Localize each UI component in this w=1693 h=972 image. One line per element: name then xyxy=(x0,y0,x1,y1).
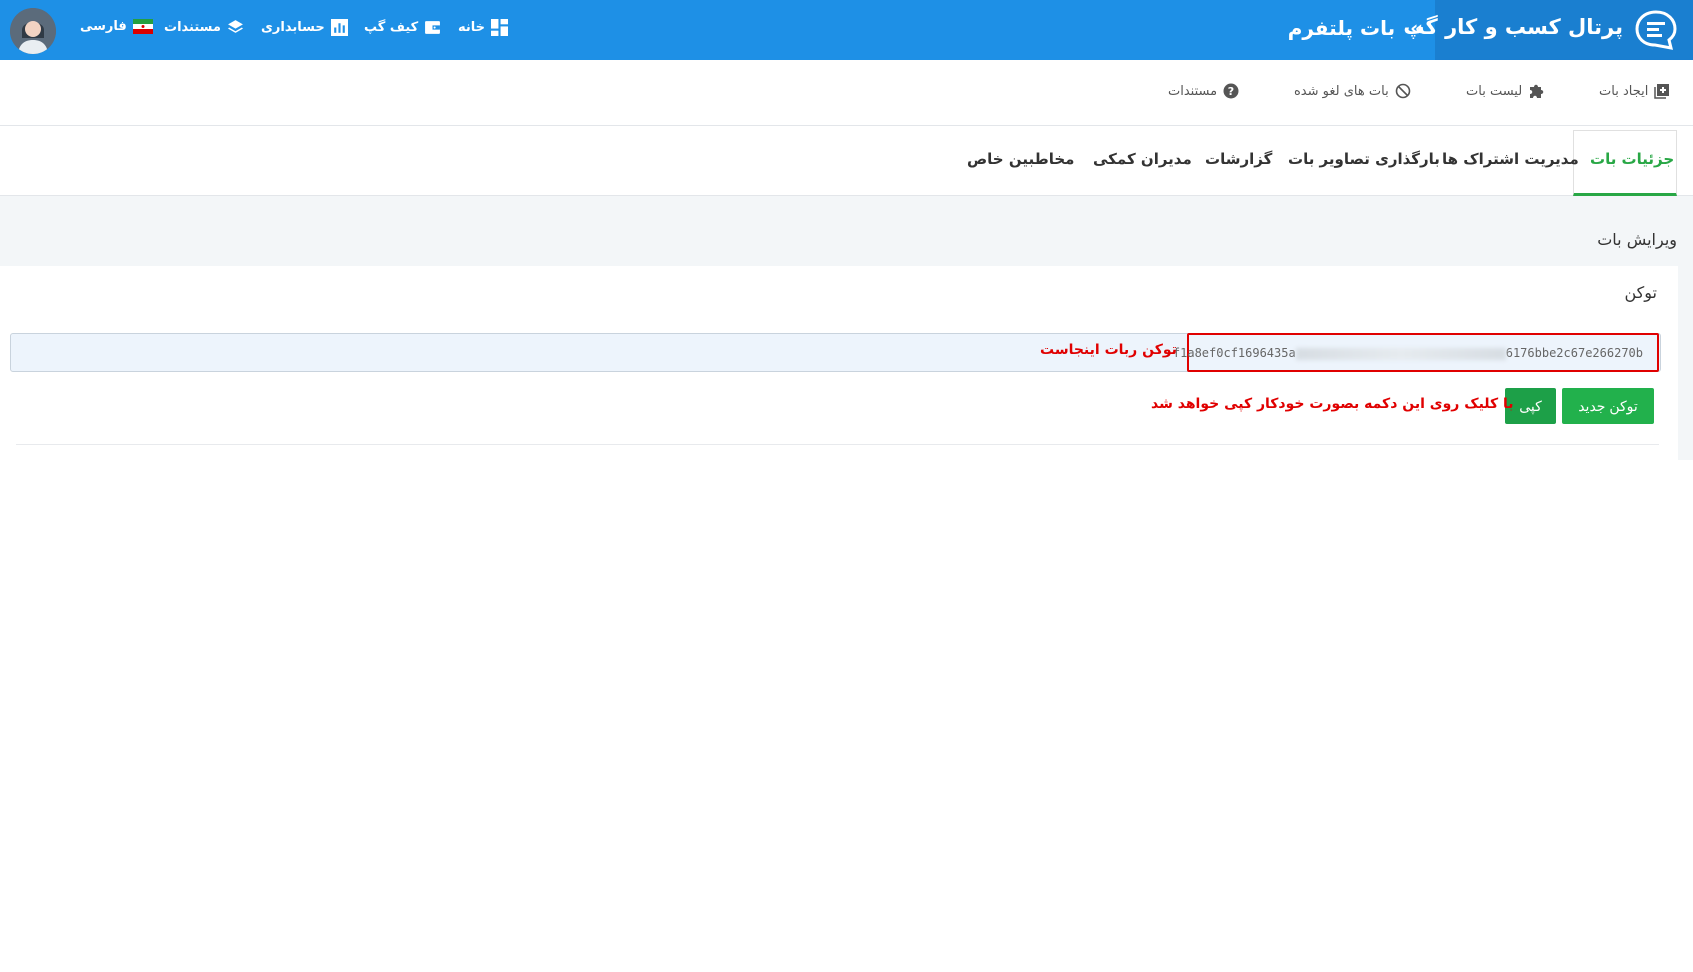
nav-home[interactable]: خانه xyxy=(458,19,509,36)
bot-tabs: جزئیات بات مدیریت اشتراک ها بارگذاری تصا… xyxy=(0,126,1693,196)
ban-icon xyxy=(1395,83,1410,99)
nav-accounting[interactable]: حسابداری xyxy=(261,19,348,36)
layers-icon xyxy=(227,20,243,33)
toolbar-cancelled-bots[interactable]: بات های لغو شده xyxy=(1294,83,1411,99)
avatar-icon xyxy=(10,8,56,54)
toolbar-bot-list[interactable]: لیست بات xyxy=(1466,83,1544,99)
nav-language-label: فارسی xyxy=(80,19,127,34)
user-avatar[interactable] xyxy=(10,8,56,54)
token-highlight-box[interactable]: f1a8ef0cf1696435a 6176bbe2c67e266270b xyxy=(1173,333,1659,372)
gap-logo-icon xyxy=(1635,10,1677,50)
brand-area[interactable]: پرتال کسب و کار گپ xyxy=(1403,0,1693,60)
add-box-icon xyxy=(1654,84,1670,99)
token-value: f1a8ef0cf1696435a 6176bbe2c67e266270b xyxy=(1173,346,1643,360)
token-redacted xyxy=(1295,347,1506,360)
token-end: 6176bbe2c67e266270b xyxy=(1505,346,1643,360)
wallet-icon xyxy=(425,21,441,34)
tab-upload-images[interactable]: بارگذاری تصاویر بات xyxy=(1288,150,1440,168)
iran-flag-icon xyxy=(132,19,153,34)
bar-chart-icon xyxy=(330,19,348,36)
puzzle-icon xyxy=(1530,84,1544,98)
token-annotation: توکن ربات اینجاست xyxy=(1040,342,1177,358)
toolbar-bot-list-label: لیست بات xyxy=(1466,83,1523,99)
copy-annotation: با کلیک روی این دکمه بصورت خودکار کپی خو… xyxy=(1151,396,1514,412)
toolbar-cancelled-bots-label: بات های لغو شده xyxy=(1294,83,1389,99)
tab-assistant-admins[interactable]: مدیران کمکی xyxy=(1093,150,1192,168)
section-header: ویرایش بات xyxy=(0,196,1693,266)
tab-bot-details[interactable]: جزئیات بات xyxy=(1590,150,1674,168)
dashboard-icon xyxy=(491,19,509,36)
breadcrumb-separator: » xyxy=(1410,16,1423,40)
bot-toolbar: ایجاد بات لیست بات بات های لغو شده ? مست… xyxy=(0,60,1693,126)
nav-language[interactable]: فارسی xyxy=(80,19,153,34)
section-title: ویرایش بات xyxy=(1597,230,1677,249)
toolbar-create-bot[interactable]: ایجاد بات xyxy=(1599,83,1670,99)
nav-wallet-label: کیف گپ xyxy=(364,20,419,35)
token-label: توکن xyxy=(1624,283,1657,302)
toolbar-docs[interactable]: ? مستندات xyxy=(1168,83,1239,99)
breadcrumb-current: بات پلتفرم xyxy=(1287,16,1396,40)
new-token-button[interactable]: توکن جدید xyxy=(1562,388,1654,424)
brand-title: پرتال کسب و کار گپ xyxy=(1403,15,1623,39)
nav-accounting-label: حسابداری xyxy=(261,20,325,35)
card-side-rail xyxy=(1678,266,1693,460)
tab-reports[interactable]: گزارشات xyxy=(1205,150,1272,168)
tab-special-contacts[interactable]: مخاطبین خاص xyxy=(967,150,1074,168)
nav-docs[interactable]: مستندات xyxy=(164,19,244,36)
nav-home-label: خانه xyxy=(458,20,486,35)
breadcrumb: » بات پلتفرم xyxy=(1288,16,1423,40)
help-circle-icon: ? xyxy=(1223,83,1239,99)
toolbar-docs-label: مستندات xyxy=(1168,83,1218,99)
nav-docs-label: مستندات xyxy=(164,20,221,35)
top-navbar: پرتال کسب و کار گپ » بات پلتفرم خانه کیف… xyxy=(0,0,1693,60)
card-divider xyxy=(16,444,1659,445)
tab-subscriptions[interactable]: مدیریت اشتراک ها xyxy=(1442,150,1579,168)
nav-wallet[interactable]: کیف گپ xyxy=(364,19,441,36)
toolbar-create-bot-label: ایجاد بات xyxy=(1599,83,1649,99)
svg-text:?: ? xyxy=(1228,85,1234,98)
token-start: f1a8ef0cf1696435a xyxy=(1172,346,1296,360)
